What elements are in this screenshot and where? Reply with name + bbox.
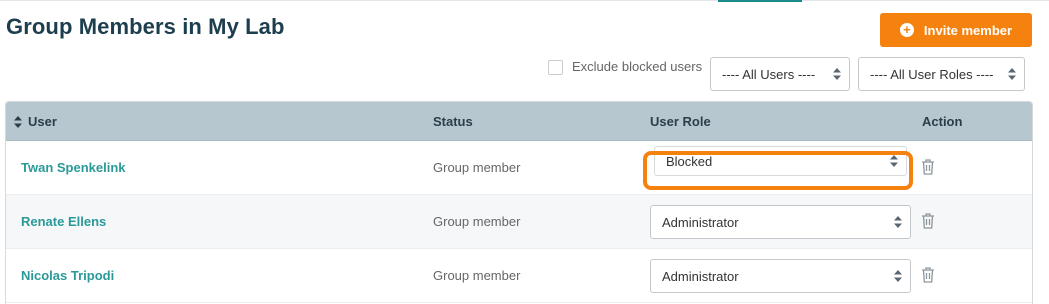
invite-member-button[interactable]: + Invite member — [880, 13, 1032, 47]
column-header-user[interactable]: User — [14, 114, 57, 129]
top-border — [0, 0, 1049, 1]
active-tab-indicator — [718, 0, 802, 2]
plus-circle-icon: + — [899, 23, 914, 37]
member-name[interactable]: Renate Ellens — [21, 214, 106, 229]
trash-icon[interactable] — [921, 159, 935, 175]
select-arrows-icon — [894, 216, 902, 228]
member-status: Group member — [433, 160, 521, 175]
member-name[interactable]: Nicolas Tripodi — [21, 268, 114, 283]
page-title: Group Members in My Lab — [6, 14, 285, 39]
table-row: Nicolas Tripodi Group member Administrat… — [6, 249, 1032, 303]
table-row: Renate Ellens Group member Administrator — [6, 195, 1032, 249]
select-arrows-icon — [1008, 68, 1016, 80]
members-table: User Status User Role Action Twan Spenke… — [5, 101, 1033, 304]
user-role-value: Administrator — [662, 268, 739, 284]
user-role-select[interactable]: Blocked — [654, 146, 907, 176]
user-role-select[interactable]: Administrator — [650, 259, 911, 293]
member-status: Group member — [433, 268, 521, 283]
select-arrows-icon — [890, 155, 898, 167]
user-role-value: Administrator — [662, 214, 739, 230]
user-role-value: Blocked — [666, 153, 713, 169]
member-name[interactable]: Twan Spenkelink — [21, 160, 126, 175]
column-header-role: User Role — [650, 114, 711, 129]
column-header-action: Action — [922, 114, 963, 129]
user-filter-value: ---- All Users ---- — [722, 66, 816, 82]
select-arrows-icon — [894, 270, 902, 282]
trash-icon[interactable] — [921, 267, 935, 283]
role-filter-value: ---- All User Roles ---- — [870, 66, 994, 82]
exclude-blocked-label: Exclude blocked users — [572, 59, 703, 74]
select-arrows-icon — [833, 68, 841, 80]
column-header-user-label: User — [28, 114, 57, 129]
exclude-blocked-checkbox[interactable] — [548, 60, 563, 75]
role-filter-select[interactable]: ---- All User Roles ---- — [858, 57, 1025, 91]
column-header-status: Status — [433, 114, 473, 129]
invite-member-label: Invite member — [923, 22, 1013, 38]
user-role-select[interactable]: Administrator — [650, 205, 911, 239]
table-row: Twan Spenkelink Group member Blocked — [6, 141, 1032, 195]
trash-icon[interactable] — [921, 213, 935, 229]
table-header: User Status User Role Action — [6, 102, 1032, 141]
user-filter-select[interactable]: ---- All Users ---- — [710, 57, 850, 91]
member-status: Group member — [433, 214, 521, 229]
sort-icon — [14, 115, 22, 128]
